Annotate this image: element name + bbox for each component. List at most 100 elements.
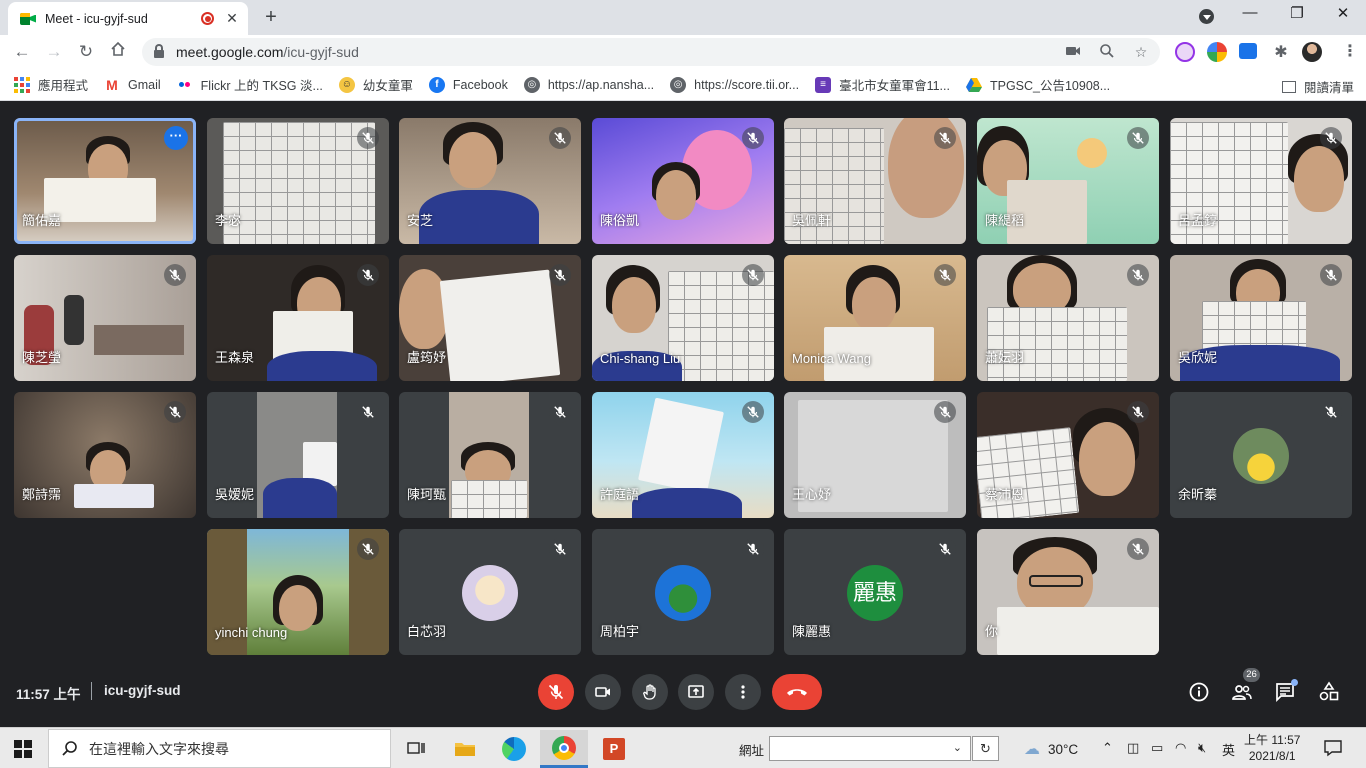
participant-tile[interactable]: 白芯羽 <box>399 529 581 655</box>
close-window-button[interactable]: ✕ <box>1333 4 1353 22</box>
home-button[interactable] <box>106 40 130 64</box>
participant-tile[interactable]: Monica Wang <box>784 255 966 381</box>
participant-tile[interactable]: 吳嫒妮 <box>207 392 389 518</box>
meeting-details-button[interactable] <box>1187 680 1211 704</box>
spacer <box>0 716 1366 727</box>
maximize-button[interactable]: ❐ <box>1287 4 1307 22</box>
bookmarks-bar: 應用程式 M Gmail Flickr 上的 TKSG 淡... ☺ 幼女童軍 … <box>0 69 1366 101</box>
self-view-tile[interactable]: 你 <box>977 529 1159 655</box>
leave-call-button[interactable] <box>772 674 822 710</box>
windows-start-button[interactable] <box>14 740 32 758</box>
edge-button[interactable] <box>490 730 538 768</box>
activities-button[interactable] <box>1317 680 1341 704</box>
participant-tile[interactable]: 陳芝瑩 <box>14 255 196 381</box>
extension-icon[interactable] <box>1239 43 1257 59</box>
task-view-button[interactable] <box>392 730 440 768</box>
participant-tile[interactable]: yinchi chung <box>207 529 389 655</box>
participant-tile[interactable]: Chi-shang Liu <box>592 255 774 381</box>
participant-tile[interactable]: 余昕蓁 <box>1170 392 1352 518</box>
camera-toggle-button[interactable] <box>585 674 621 710</box>
participant-tile[interactable]: 王心妤 <box>784 392 966 518</box>
bookmark-brownies[interactable]: ☺ 幼女童軍 <box>338 75 413 94</box>
tab-search-icon[interactable] <box>1199 9 1214 24</box>
bookmark-nansha[interactable]: ◎ https://ap.nansha... <box>523 76 655 93</box>
microphone-toggle-button[interactable] <box>538 674 574 710</box>
zoom-icon[interactable] <box>1098 43 1116 61</box>
address-toolbar-input[interactable]: ⌄ <box>769 736 971 761</box>
taskbar-clock[interactable]: 上午 11:57 2021/8/1 <box>1244 732 1300 764</box>
participant-tile[interactable]: 王森泉 <box>207 255 389 381</box>
bookmark-tpgsc[interactable]: TPGSC_公告10908... <box>965 75 1110 94</box>
participant-name: 白芯羽 <box>407 624 447 639</box>
more-options-icon[interactable]: ··· <box>164 126 188 150</box>
participant-tile[interactable]: 李宓 <box>207 118 389 244</box>
info-icon <box>1189 682 1209 702</box>
camera-permission-icon[interactable] <box>1064 43 1082 61</box>
bookmark-star-icon[interactable]: ☆ <box>1132 43 1150 61</box>
participant-tile[interactable]: 吳欣妮 <box>1170 255 1352 381</box>
more-options-button[interactable] <box>725 674 761 710</box>
tab-meet[interactable]: Meet - icu-gyjf-sud ✕ <box>8 2 248 35</box>
wifi-icon[interactable]: ◠ <box>1175 740 1186 756</box>
minimize-button[interactable]: — <box>1240 4 1260 21</box>
taskbar-search-box[interactable]: 在這裡輸入文字來搜尋 <box>48 729 391 768</box>
extensions-puzzle-icon[interactable]: ✱ <box>1271 42 1291 62</box>
notification-center-icon[interactable] <box>1323 739 1343 757</box>
participant-tile[interactable]: 蔡沛恩 <box>977 392 1159 518</box>
tab-strip: Meet - icu-gyjf-sud ✕ + — ❐ ✕ <box>0 0 1366 35</box>
battery-icon[interactable]: ▭ <box>1151 740 1163 756</box>
participants-button[interactable] <box>1230 680 1254 704</box>
participant-tile[interactable]: 陳珂甄 <box>399 392 581 518</box>
participant-tile[interactable]: ··· 簡佑嘉 <box>14 118 196 244</box>
muted-mic-icon <box>1320 264 1342 286</box>
address-go-button[interactable]: ↻ <box>972 736 999 761</box>
extension-icon[interactable] <box>1207 42 1227 62</box>
bookmark-flickr[interactable]: Flickr 上的 TKSG 淡... <box>177 75 323 94</box>
browser-menu-icon[interactable]: ⋮ <box>1342 42 1358 62</box>
tab-close-icon[interactable]: ✕ <box>224 10 240 27</box>
profile-avatar[interactable] <box>1302 42 1322 62</box>
address-toolbar-label: 網址 <box>739 744 765 758</box>
show-hidden-icons-icon[interactable]: ⌃ <box>1102 740 1113 756</box>
bookmark-gmail[interactable]: M Gmail <box>104 77 161 93</box>
hang-up-icon <box>787 689 807 696</box>
participant-tile[interactable]: 呂孟錞 <box>1170 118 1352 244</box>
reading-list-button[interactable]: 閱讀清單 <box>1281 77 1354 96</box>
present-screen-button[interactable] <box>678 674 714 710</box>
bookmark-girlscouts[interactable]: ≡ 臺北市女童軍會11... <box>815 75 950 94</box>
muted-mic-icon <box>1127 538 1149 560</box>
weather-widget[interactable]: ☁ 30°C <box>1024 739 1078 759</box>
new-tab-button[interactable]: + <box>260 6 282 28</box>
bookmark-score[interactable]: ◎ https://score.tii.or... <box>670 76 799 93</box>
back-button[interactable]: ← <box>10 40 34 64</box>
reload-button[interactable]: ↻ <box>74 40 98 64</box>
participant-tile[interactable]: 蕭妘羽 <box>977 255 1159 381</box>
bookmark-facebook[interactable]: f Facebook <box>428 76 508 93</box>
powerpoint-button[interactable]: P <box>590 730 638 768</box>
ime-indicator[interactable]: 英 <box>1222 740 1235 759</box>
meet-now-icon[interactable]: ◫ <box>1127 740 1139 756</box>
chevron-down-icon[interactable]: ⌄ <box>953 741 962 754</box>
participant-tile[interactable]: 安芝 <box>399 118 581 244</box>
forward-button[interactable]: → <box>42 40 66 64</box>
volume-muted-icon[interactable]: 🔇︎ <box>1198 740 1206 756</box>
bookmark-label: https://ap.nansha... <box>547 77 655 92</box>
address-bar[interactable]: meet.google.com/icu-gyjf-sud ☆ <box>142 38 1160 66</box>
participant-tile[interactable]: 鄭詩霈 <box>14 392 196 518</box>
muted-mic-icon <box>357 127 379 149</box>
extension-icon[interactable] <box>1175 42 1195 62</box>
raise-hand-button[interactable] <box>632 674 668 710</box>
participant-tile[interactable]: 陳緹稻 <box>977 118 1159 244</box>
search-icon <box>62 740 77 756</box>
chrome-taskbar-button[interactable] <box>540 730 588 768</box>
participant-tile[interactable]: 盧筠妤 <box>399 255 581 381</box>
edge-icon <box>502 737 526 761</box>
participant-tile[interactable]: 麗惠 陳麗惠 <box>784 529 966 655</box>
file-explorer-button[interactable] <box>441 730 489 768</box>
participant-tile[interactable]: 周柏宇 <box>592 529 774 655</box>
participant-tile[interactable]: 陳俗凱 <box>592 118 774 244</box>
participant-tile[interactable]: 吳佩軒 <box>784 118 966 244</box>
participant-tile[interactable]: 許庭語 <box>592 392 774 518</box>
bookmark-apps[interactable]: 應用程式 <box>14 75 88 94</box>
muted-mic-icon <box>1127 127 1149 149</box>
